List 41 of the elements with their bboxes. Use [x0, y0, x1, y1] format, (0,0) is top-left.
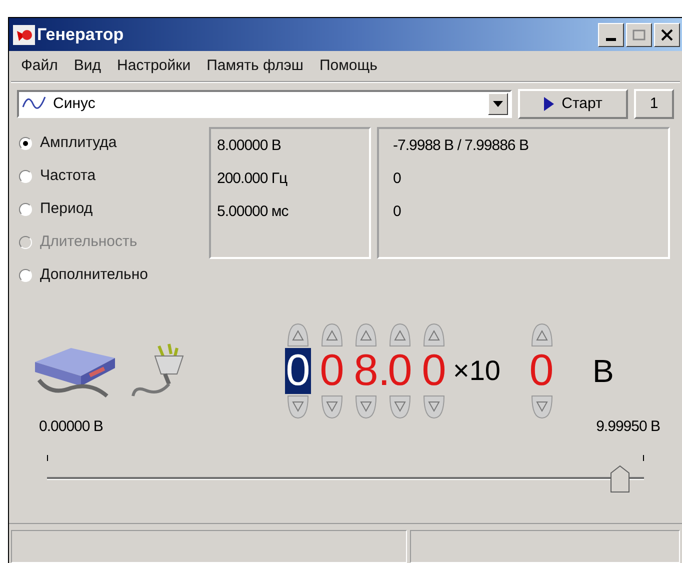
minimize-button[interactable] [598, 22, 624, 46]
param-value: 5.00000 мс [217, 202, 290, 222]
play-icon [544, 97, 554, 111]
digit[interactable]: 0 [284, 348, 312, 394]
menu-item[interactable]: Вид [74, 54, 102, 78]
maximize-icon [632, 28, 646, 40]
radio-button[interactable] [19, 137, 32, 150]
radio-option[interactable]: Частота [19, 160, 209, 193]
menu-item[interactable]: Помощь [319, 54, 378, 78]
channel-button[interactable]: 1 [634, 89, 674, 119]
max-label: 9.99950 В [596, 417, 660, 437]
param-reading: 0 [393, 202, 402, 222]
caret-icon [493, 101, 503, 107]
param-reading: 0 [393, 169, 402, 189]
menu-item[interactable]: Файл [21, 54, 58, 78]
radio-option[interactable]: Амплитуда [19, 127, 209, 160]
minimize-icon [606, 38, 616, 40]
close-icon [660, 28, 674, 40]
menu-item[interactable]: Настройки [117, 54, 191, 78]
decimal-point: . [378, 348, 388, 394]
multiplier-label: ×10 [453, 357, 500, 385]
start-button[interactable]: Старт [518, 89, 628, 119]
radio-option[interactable]: Период [19, 193, 209, 226]
param-value: 200.000 Гц [217, 169, 288, 189]
param-value: 8.00000 В [217, 136, 282, 156]
close-button[interactable] [654, 22, 680, 46]
dropdown-value: Синус [53, 94, 96, 114]
maximize-button[interactable] [626, 22, 652, 46]
min-label: 0.00000 В [39, 417, 103, 437]
radio-option[interactable]: Дополнительно [19, 259, 209, 292]
radio-button[interactable] [19, 269, 32, 282]
dropdown-arrow-button[interactable] [488, 93, 508, 115]
param-reading: -7.9988 В / 7.99886 В [393, 136, 530, 156]
waveform-dropdown[interactable]: Синус [17, 90, 512, 118]
app-icon [13, 24, 35, 44]
radio-button[interactable] [19, 170, 32, 183]
slider-thumb[interactable] [610, 464, 630, 492]
unit-label: В [592, 352, 614, 391]
menu-item[interactable]: Память флэш [206, 54, 304, 78]
window-title: Генератор [37, 24, 124, 46]
radio-button[interactable] [19, 203, 32, 216]
